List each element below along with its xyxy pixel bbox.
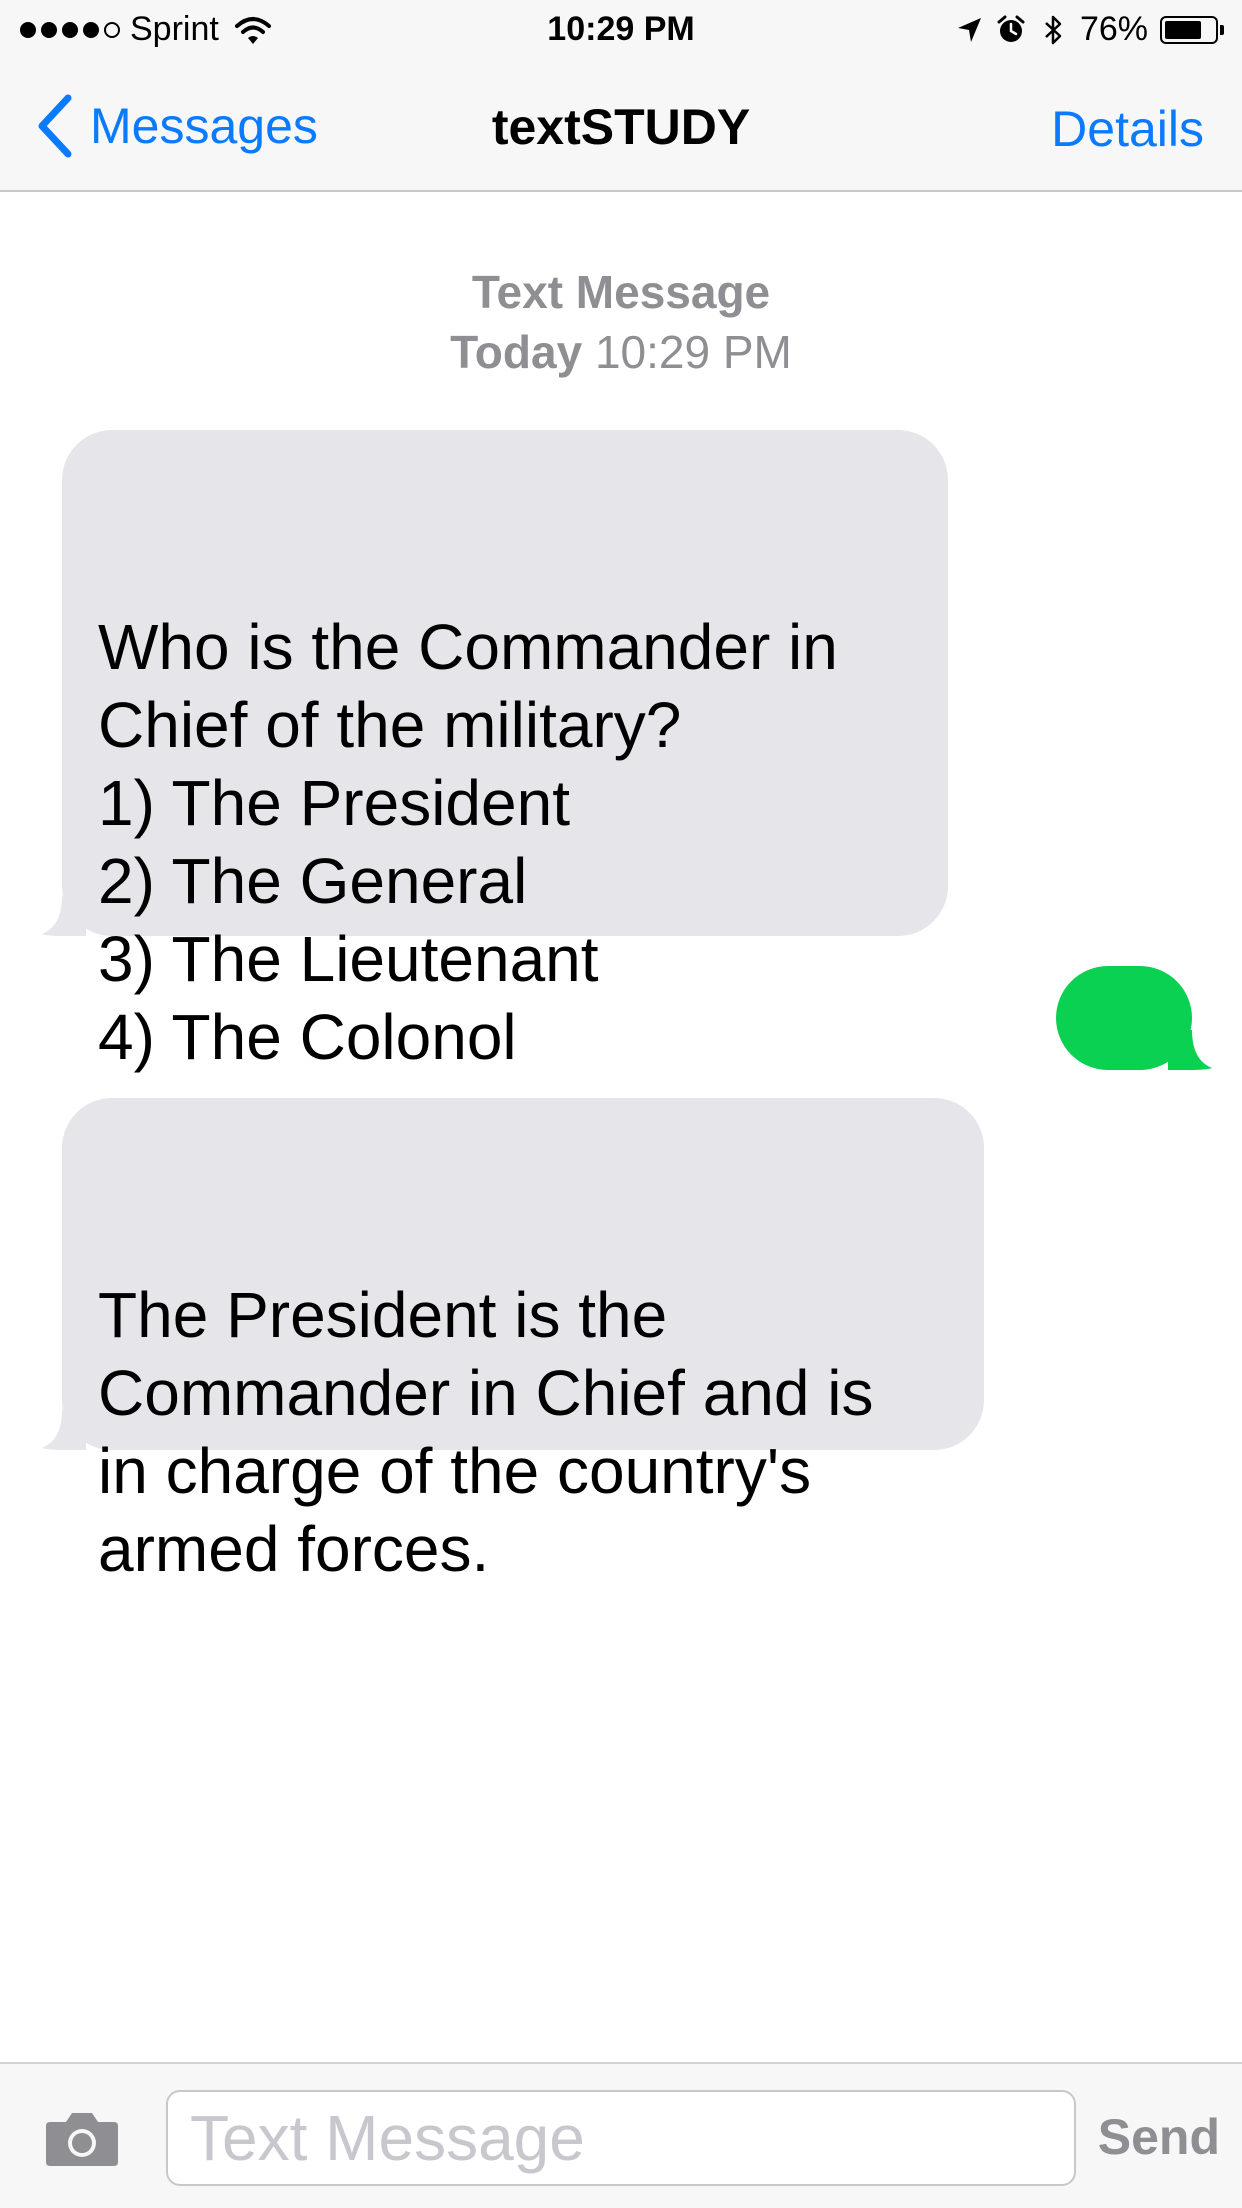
battery-shell — [1160, 15, 1218, 44]
back-label: Messages — [90, 98, 318, 154]
conversation-header: Text Message Today 10:29 PM — [0, 262, 1242, 382]
conversation[interactable]: Text Message Today 10:29 PM Who is the C… — [0, 192, 1242, 2062]
incoming-message-bubble[interactable]: Who is the Commander in Chief of the mil… — [42, 430, 948, 1073]
details-button[interactable]: Details — [1051, 100, 1204, 158]
nav-bar: Messages textSTUDY Details — [0, 60, 1242, 192]
status-right: 76% — [954, 10, 1228, 49]
back-button[interactable]: Messages — [34, 94, 318, 158]
alarm-icon — [997, 15, 1025, 42]
message-text: Who is the Commander in Chief of the mil… — [98, 611, 838, 1073]
bubble-tail — [42, 896, 86, 936]
incoming-message-bubble[interactable]: The President is the Commander in Chief … — [42, 1098, 984, 1585]
camera-icon[interactable] — [44, 2110, 120, 2168]
bluetooth-icon — [1045, 15, 1062, 44]
battery-percent: 76% — [1079, 10, 1148, 48]
chevron-left-icon — [38, 94, 72, 158]
location-arrow-icon — [957, 17, 981, 42]
message-timestamp: Today 10:29 PM — [0, 322, 1242, 382]
message-input[interactable] — [166, 2090, 1076, 2186]
battery-nub — [1220, 24, 1224, 35]
timestamp-time: 10:29 PM — [594, 326, 792, 378]
bubble-tail — [42, 1410, 86, 1450]
bubble-tail — [1168, 1030, 1212, 1070]
message-type-label: Text Message — [471, 266, 771, 318]
outgoing-message-bubble[interactable]: 4 — [1056, 966, 1212, 1262]
timestamp-day: Today — [450, 326, 583, 378]
send-button[interactable]: Send — [1098, 2108, 1220, 2166]
message-text: The President is the Commander in Chief … — [98, 1279, 874, 1585]
status-bar: Sprint 10:29 PM 76% — [0, 0, 1242, 60]
compose-bar: Send — [0, 2062, 1242, 2208]
battery-icon — [1160, 15, 1228, 45]
battery-fill — [1165, 20, 1202, 39]
message-text: 4 — [1106, 1190, 1142, 1262]
